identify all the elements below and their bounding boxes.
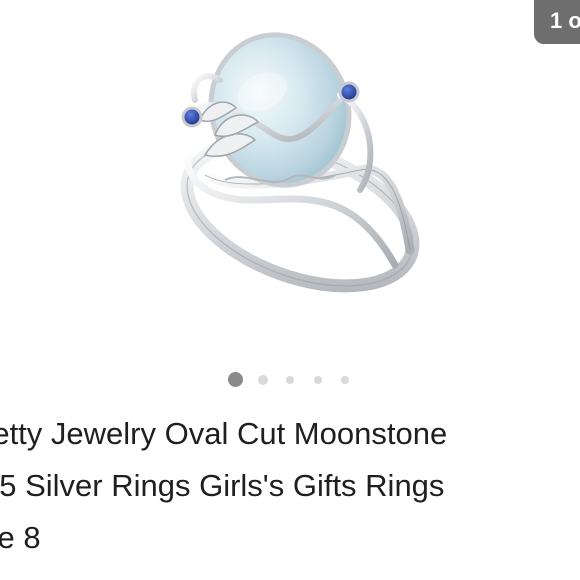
product-image[interactable]	[0, 0, 580, 360]
carousel-dot-1[interactable]	[228, 372, 243, 387]
image-counter-badge: 1 of	[534, 0, 580, 44]
carousel-dot-4[interactable]	[314, 376, 322, 384]
product-title: retty Jewelry Oval Cut Moonstone 25 Silv…	[0, 408, 580, 564]
carousel-dot-5[interactable]	[341, 376, 349, 384]
carousel-dot-3[interactable]	[286, 376, 294, 384]
product-title-line-2: 25 Silver Rings Girls's Gifts Rings	[0, 468, 445, 503]
carousel-dot-2[interactable]	[258, 375, 268, 385]
ring-illustration	[180, 32, 420, 293]
product-title-line-3: ze 8	[0, 520, 41, 555]
product-page: 1 of retty Jewelry Oval Cut Moonstone 25…	[0, 0, 580, 580]
product-title-line-1: retty Jewelry Oval Cut Moonstone	[0, 416, 448, 451]
sapphire-right	[338, 81, 360, 103]
carousel-dots	[0, 372, 580, 388]
image-counter-label: 1 of	[550, 8, 580, 33]
sapphire-left	[181, 106, 203, 128]
